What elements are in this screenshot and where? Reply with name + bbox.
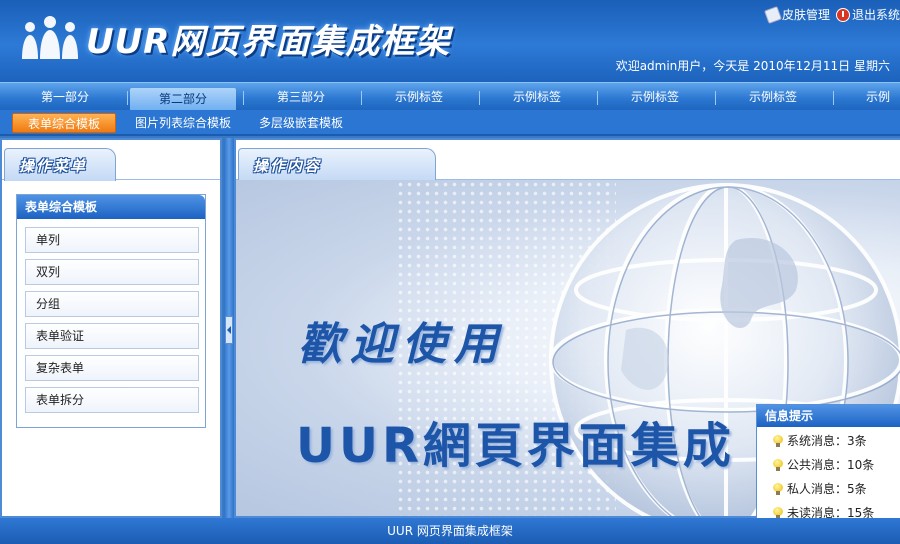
main-tab-2[interactable]: 第二部分: [130, 88, 236, 111]
info-row-label: 公共消息：10条: [787, 458, 875, 472]
info-row-label: 私人消息：5条: [787, 482, 867, 496]
header: UUR网页界面集成框架 皮肤管理 退出系统 欢迎admin用户，今天是 2010…: [0, 0, 900, 82]
main-nav: 第一部分 第二部分 第三部分 示例标签 示例标签 示例标签 示例标签 示例标签: [0, 82, 900, 132]
welcome-subheading: UUR網頁界面集成: [296, 418, 735, 474]
nav-divider: [715, 91, 716, 105]
logo-text: UUR网页界面集成框架: [86, 21, 451, 62]
sub-tab-form-template[interactable]: 表单综合模板: [12, 113, 116, 133]
menu-item-complex-form[interactable]: 复杂表单: [25, 355, 199, 381]
main-tab-4[interactable]: 示例标签: [366, 83, 472, 111]
info-row-label: 系统消息：3条: [787, 434, 867, 448]
menu-item-double-column[interactable]: 双列: [25, 259, 199, 285]
menu-item-single-column[interactable]: 单列: [25, 227, 199, 253]
logo: UUR网页界面集成框架: [18, 10, 450, 66]
main-tab-8[interactable]: 示例标签: [838, 83, 900, 132]
panel-splitter[interactable]: [224, 138, 234, 518]
left-panel-tab: 操作菜单: [4, 148, 116, 181]
sub-tab-nested-template[interactable]: 多层级嵌套模板: [252, 113, 350, 133]
menu-item-group[interactable]: 分组: [25, 291, 199, 317]
right-panel-header: 操作内容: [236, 140, 900, 181]
info-public-messages[interactable]: 公共消息：10条: [757, 453, 900, 477]
right-panel-tab: 操作内容: [238, 148, 436, 181]
main-tab-1[interactable]: 第一部分: [12, 83, 118, 111]
menu-box: 表单综合模板 单列 双列 分组 表单验证 复杂表单 表单拆分: [16, 194, 206, 428]
info-tip-panel: 信息提示 系统消息：3条 公共消息：10条 私人消息：5条 未读消息：15条: [756, 404, 900, 526]
info-private-messages[interactable]: 私人消息：5条: [757, 477, 900, 501]
people-logo-icon: [22, 16, 78, 59]
right-panel-title: 操作内容: [253, 157, 322, 175]
header-links: 皮肤管理 退出系统: [763, 5, 900, 24]
skin-manage-link[interactable]: 皮肤管理: [763, 5, 830, 24]
nav-divider: [833, 91, 834, 105]
menu-title[interactable]: 表单综合模板: [17, 195, 205, 219]
sub-nav: 表单综合模板 图片列表综合模板 多层级嵌套模板: [0, 110, 900, 136]
main-tab-6[interactable]: 示例标签: [602, 83, 708, 111]
power-icon: [835, 7, 850, 22]
collapse-arrow-icon[interactable]: [225, 316, 233, 344]
left-panel: 操作菜单 表单综合模板 单列 双列 分组 表单验证 复杂表单 表单拆分: [0, 138, 222, 518]
welcome-text: 欢迎admin用户，今天是 2010年12月11日 星期六: [615, 59, 890, 73]
main-tab-5[interactable]: 示例标签: [484, 83, 590, 111]
info-tip-title: 信息提示: [757, 405, 900, 427]
info-system-messages[interactable]: 系统消息：3条: [757, 429, 900, 453]
main-tab-7[interactable]: 示例标签: [720, 83, 826, 111]
logout-label: 退出系统: [851, 8, 900, 22]
menu-item-form-split[interactable]: 表单拆分: [25, 387, 199, 413]
lightbulb-icon: [773, 458, 783, 472]
logout-link[interactable]: 退出系统: [835, 6, 900, 23]
nav-divider: [243, 91, 244, 105]
nav-divider: [479, 91, 480, 105]
lightbulb-icon: [773, 482, 783, 496]
skin-manage-label: 皮肤管理: [781, 8, 830, 22]
sub-tab-image-list-template[interactable]: 图片列表综合模板: [128, 113, 238, 133]
left-panel-title: 操作菜单: [19, 157, 88, 175]
lightbulb-icon: [773, 434, 783, 448]
welcome-heading: 歡迎使用: [298, 319, 506, 370]
nav-divider: [127, 91, 128, 105]
footer: UUR 网页界面集成框架: [0, 518, 900, 544]
nav-divider: [361, 91, 362, 105]
left-panel-header: 操作菜单: [2, 140, 220, 181]
nav-divider: [597, 91, 598, 105]
main-tab-3[interactable]: 第三部分: [248, 83, 354, 111]
skin-tag-icon: [763, 5, 782, 24]
menu-item-form-validation[interactable]: 表单验证: [25, 323, 199, 349]
